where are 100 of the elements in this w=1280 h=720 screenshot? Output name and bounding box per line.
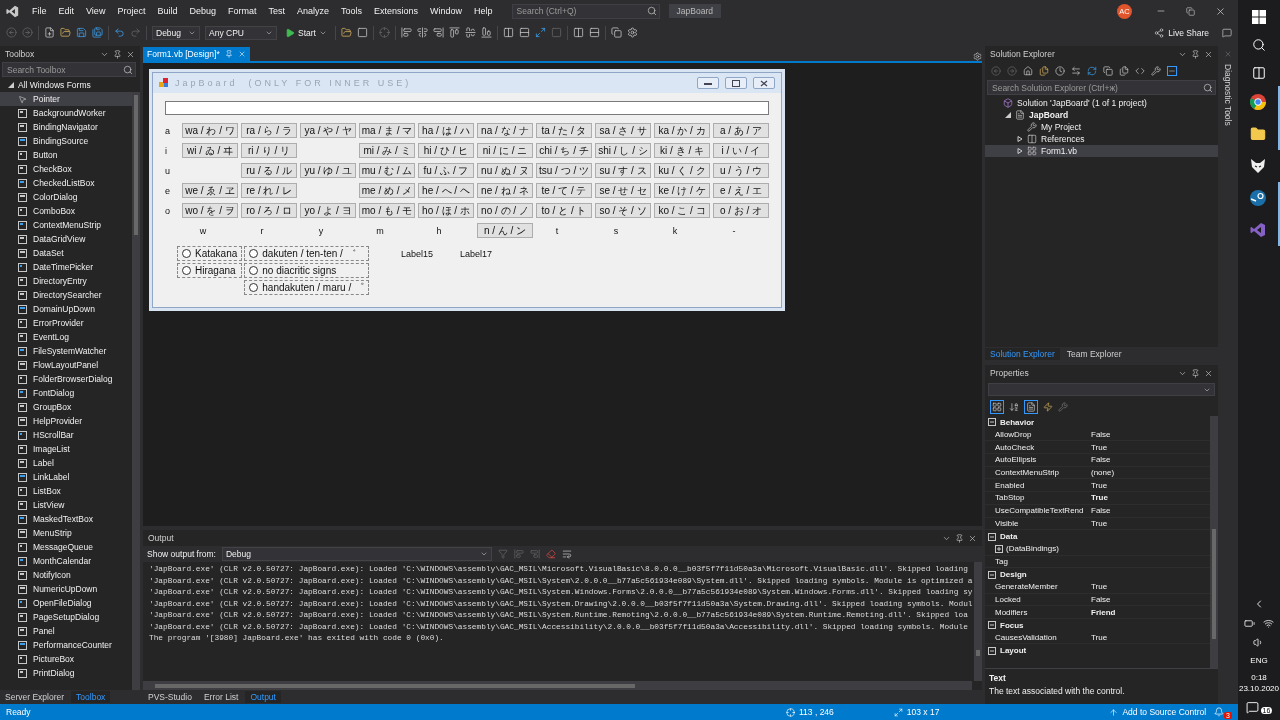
property-value[interactable]: True [1089, 493, 1210, 503]
component-item[interactable]: MaskedTextBox [0, 512, 132, 526]
kana-key[interactable]: ke / け / ケ [654, 183, 710, 198]
property-value[interactable]: False [1089, 506, 1210, 516]
kana-key[interactable]: se / せ / セ [595, 183, 651, 198]
property-name[interactable]: Enabled [995, 480, 1025, 490]
property-name[interactable]: Tag [995, 556, 1008, 566]
close-icon[interactable] [1204, 49, 1213, 59]
tree-item[interactable]: Solution 'JapBoard' (1 of 1 project) [985, 97, 1218, 109]
component-item[interactable]: ListView [0, 498, 132, 512]
tool-window-tab[interactable]: Error List [198, 691, 244, 703]
save-all-icon[interactable] [92, 27, 103, 38]
component-item[interactable]: MonthCalendar [0, 554, 132, 568]
kana-key[interactable]: ki / き / キ [654, 143, 710, 158]
kana-key[interactable]: ne / ね / ネ [477, 183, 533, 198]
kana-key[interactable]: ma / ま / マ [359, 123, 415, 138]
property-name[interactable]: AutoEllipsis [995, 455, 1037, 465]
collapse-icon[interactable] [988, 646, 996, 655]
property-value[interactable]: True [1089, 633, 1210, 643]
close-icon[interactable] [237, 50, 246, 58]
language-indicator[interactable]: ENG [1250, 656, 1268, 665]
kana-key[interactable]: hi / ひ / ヒ [418, 143, 474, 158]
same-height-icon[interactable] [518, 27, 530, 38]
align-top-icon[interactable] [448, 27, 460, 38]
component-item[interactable]: ListBox [0, 484, 132, 498]
kana-key[interactable]: ta / た / タ [536, 123, 592, 138]
restore-icon[interactable] [1186, 6, 1195, 16]
component-item[interactable]: BindingNavigator [0, 120, 132, 134]
platform-dropdown[interactable]: Any CPU [205, 25, 277, 40]
radio-option[interactable]: Katakana [177, 246, 243, 261]
align-bottom-icon[interactable] [480, 27, 492, 38]
component-item[interactable]: ImageList [0, 442, 132, 456]
component-item[interactable]: OpenFileDialog [0, 596, 132, 610]
kana-key[interactable]: we / ゑ / ヱ [182, 183, 238, 198]
component-item[interactable]: PictureBox [0, 652, 132, 666]
menu-item[interactable]: Extensions [369, 4, 424, 18]
same-width-icon[interactable] [502, 27, 514, 38]
property-name[interactable]: Locked [995, 594, 1021, 604]
scrollbar[interactable] [1210, 416, 1218, 668]
close-icon[interactable] [1204, 368, 1213, 378]
home-icon[interactable] [1023, 66, 1033, 76]
align-center-icon[interactable] [416, 27, 428, 38]
share-icon[interactable] [1154, 27, 1165, 38]
open-icon[interactable] [60, 27, 71, 38]
component-item[interactable]: PerformanceCounter [0, 638, 132, 652]
kana-key[interactable]: nu / ぬ / ヌ [477, 163, 533, 178]
tree-item[interactable]: JapBoard [985, 109, 1218, 121]
tool-window-tab[interactable]: Toolbox [71, 691, 111, 703]
property-value[interactable]: True [1089, 442, 1210, 452]
menu-item[interactable]: Test [263, 4, 290, 18]
align-middle-icon[interactable] [464, 27, 476, 38]
code-icon[interactable] [1135, 66, 1145, 76]
action-center-icon[interactable] [1245, 701, 1259, 714]
side-tab[interactable]: Diagnostic Tools [1223, 64, 1233, 126]
pin-icon[interactable] [224, 50, 233, 58]
switch-views-icon[interactable] [1039, 66, 1049, 76]
align-left-icon[interactable] [400, 27, 412, 38]
kana-key[interactable]: n / ん / ン [477, 223, 533, 238]
kana-key[interactable]: shi / し / シ [595, 143, 651, 158]
kana-key[interactable]: ni / に / ニ [477, 143, 533, 158]
property-name[interactable]: AutoCheck [995, 442, 1035, 452]
menu-item[interactable]: Tools [336, 4, 368, 18]
wifi-icon[interactable] [1263, 618, 1274, 629]
document-tab[interactable]: Form1.vb [Design]* [143, 47, 250, 61]
kana-key[interactable]: to / と / ト [536, 203, 592, 218]
component-item[interactable]: FileSystemWatcher [0, 344, 132, 358]
component-item[interactable]: CheckBox [0, 162, 132, 176]
kana-key[interactable]: wa / わ / ワ [182, 123, 238, 138]
property-value[interactable]: False [1089, 594, 1210, 604]
component-item[interactable]: DataSet [0, 246, 132, 260]
menu-item[interactable]: Edit [53, 4, 80, 18]
property-name[interactable]: CausesValidation [995, 633, 1057, 643]
notification-icon[interactable] [1214, 707, 1225, 717]
menu-item[interactable]: View [81, 4, 111, 18]
property-name[interactable]: AllowDrop [995, 430, 1032, 440]
scrollbar[interactable] [143, 681, 972, 690]
kana-key[interactable]: fu / ふ / フ [418, 163, 474, 178]
search-field[interactable]: Search Solution Explorer (Ctrl+ж) [987, 80, 1216, 95]
kana-key[interactable]: ru / る / ル [241, 163, 297, 178]
scrollbar[interactable] [132, 92, 140, 690]
radio-option[interactable]: dakuten / ten-ten / ゛ [244, 246, 369, 261]
close-icon[interactable] [1215, 5, 1226, 17]
kana-key[interactable]: re / れ / レ [241, 183, 297, 198]
play-icon[interactable] [285, 27, 295, 38]
kana-key[interactable]: yo / よ / ヨ [300, 203, 356, 218]
component-item[interactable]: PrintDialog [0, 666, 132, 680]
tool-window-tab[interactable]: Team Explorer [1061, 348, 1127, 360]
component-item[interactable]: Label [0, 456, 132, 470]
tool-window-tab[interactable]: Server Explorer [0, 691, 70, 703]
search-field[interactable]: Search Toolbox [2, 62, 136, 77]
show-all-files-icon[interactable] [1119, 66, 1129, 76]
property-value[interactable]: True [1089, 582, 1210, 592]
kana-key[interactable]: ya / や / ヤ [300, 123, 356, 138]
kana-key[interactable]: tsu / つ / ツ [536, 163, 592, 178]
component-item[interactable]: Panel [0, 624, 132, 638]
close-icon[interactable] [126, 49, 135, 59]
property-name[interactable]: (DataBindings) [1006, 544, 1059, 554]
property-value[interactable]: True [1089, 480, 1210, 490]
component-item[interactable]: BackgroundWorker [0, 106, 132, 120]
start-button[interactable]: Start [282, 27, 330, 38]
